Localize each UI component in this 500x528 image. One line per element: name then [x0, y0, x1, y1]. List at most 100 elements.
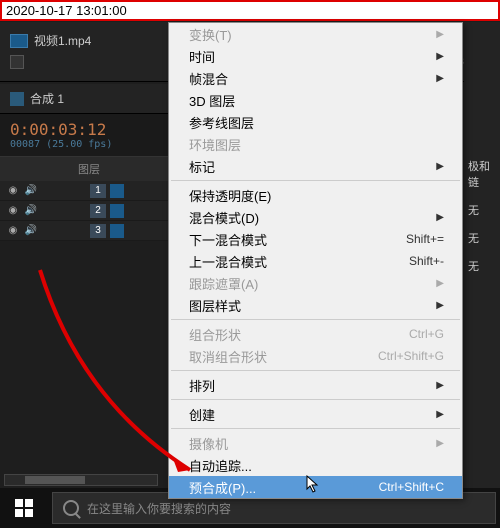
menu-separator — [171, 399, 460, 400]
menu-item[interactable]: 保持透明度(E) — [169, 184, 462, 206]
chevron-right-icon: ▶ — [436, 300, 444, 311]
menu-item-label: 变换(T) — [189, 25, 232, 44]
track-row[interactable]: ◉ 🔊 2 — [0, 201, 168, 221]
chevron-right-icon: ▶ — [436, 380, 444, 391]
menu-item[interactable]: 预合成(P)... Ctrl+Shift+C — [169, 476, 462, 498]
timestamp-text: 2020-10-17 13:01:00 — [6, 3, 127, 18]
timecode-display[interactable]: 0:00:03:12 00087 (25.00 fps) — [0, 114, 168, 150]
timecode-value: 0:00:03:12 — [10, 120, 158, 139]
right-label: 极和链 — [464, 152, 500, 196]
menu-item[interactable]: 自动追踪... — [169, 454, 462, 476]
menu-item-label: 摄像机 — [189, 434, 228, 453]
frame-info: 00087 (25.00 fps) — [10, 139, 158, 150]
menu-item-label: 3D 图层 — [189, 91, 235, 110]
track-index: 3 — [90, 224, 106, 238]
solo-toggle[interactable] — [42, 224, 56, 238]
start-button[interactable] — [0, 488, 48, 528]
menu-item[interactable]: 创建▶ — [169, 403, 462, 425]
tracks-list: ◉ 🔊 1 ◉ 🔊 2 ◉ 🔊 3 — [0, 181, 168, 241]
menu-item[interactable]: 下一混合模式Shift+= — [169, 228, 462, 250]
menu-item-label: 混合模式(D) — [189, 208, 259, 227]
search-icon — [63, 500, 79, 516]
right-cell: 无 — [464, 196, 500, 224]
solo-toggle[interactable] — [42, 204, 56, 218]
menu-item-label: 自动追踪... — [189, 456, 252, 475]
visibility-toggle[interactable]: ◉ — [6, 224, 20, 238]
layer-context-menu: 变换(T)▶时间▶帧混合▶3D 图层参考线图层环境图层标记▶保持透明度(E)混合… — [168, 22, 463, 499]
menu-item: 组合形状 Ctrl+G — [169, 323, 462, 345]
menu-shortcut: Shift+- — [409, 254, 444, 268]
chevron-right-icon: ▶ — [436, 212, 444, 223]
right-cell: 无 — [464, 252, 500, 280]
menu-item[interactable]: 参考线图层 — [169, 111, 462, 133]
visibility-toggle[interactable]: ◉ — [6, 184, 20, 198]
menu-item-label: 环境图层 — [189, 135, 241, 154]
windows-icon — [15, 499, 33, 517]
menu-item[interactable]: 标记 ▶ — [169, 155, 462, 177]
audio-toggle[interactable]: 🔊 — [24, 224, 38, 238]
menu-item-label: 上一混合模式 — [189, 252, 267, 271]
menu-shortcut: Ctrl+Shift+G — [378, 349, 444, 363]
horizontal-scrollbar[interactable] — [4, 474, 158, 486]
scrollbar-thumb[interactable] — [25, 476, 85, 484]
menu-item[interactable]: 混合模式(D) ▶ — [169, 206, 462, 228]
menu-shortcut: Ctrl+Shift+C — [379, 480, 444, 494]
chevron-right-icon: ▶ — [436, 409, 444, 420]
menu-item-label: 取消组合形状 — [189, 347, 267, 366]
chevron-right-icon: ▶ — [436, 438, 444, 449]
track-row[interactable]: ◉ 🔊 1 — [0, 181, 168, 201]
chevron-right-icon: ▶ — [436, 278, 444, 289]
chevron-right-icon: ▶ — [436, 51, 444, 62]
audio-toggle[interactable]: 🔊 — [24, 204, 38, 218]
menu-shortcut: Ctrl+G — [409, 327, 444, 341]
composition-tab[interactable]: 合成 1 — [0, 84, 168, 114]
right-cell: 无 — [464, 224, 500, 252]
track-color — [110, 184, 124, 198]
lock-toggle[interactable] — [60, 204, 74, 218]
menu-item-label: 图层样式 — [189, 296, 241, 315]
track-row[interactable]: ◉ 🔊 3 — [0, 221, 168, 241]
track-color — [110, 204, 124, 218]
menu-item[interactable]: 帧混合▶ — [169, 67, 462, 89]
menu-item-label: 时间 — [189, 47, 215, 66]
composition-icon — [10, 92, 24, 106]
right-panel: 极和链 无 无 无 — [464, 22, 500, 488]
video-file-icon — [10, 34, 28, 48]
menu-item: 取消组合形状 Ctrl+Shift+G — [169, 345, 462, 367]
menu-item-label: 排列 — [189, 376, 215, 395]
menu-item[interactable]: 3D 图层 — [169, 89, 462, 111]
search-placeholder: 在这里输入你要搜索的内容 — [87, 500, 231, 517]
menu-item: 摄像机 ▶ — [169, 432, 462, 454]
chevron-right-icon: ▶ — [436, 161, 444, 172]
menu-item: 跟踪遮罩(A) ▶ — [169, 272, 462, 294]
col-layer: 图层 — [78, 161, 100, 177]
visibility-toggle[interactable]: ◉ — [6, 204, 20, 218]
menu-item[interactable]: 图层样式 ▶ — [169, 294, 462, 316]
menu-item-label: 参考线图层 — [189, 113, 254, 132]
column-headers: 图层 — [0, 156, 168, 181]
project-file-name: 视频1.mp4 — [34, 32, 91, 49]
menu-item: 变换(T) ▶ — [169, 23, 462, 45]
menu-item-label: 保持透明度(E) — [189, 186, 271, 205]
menu-item[interactable]: 上一混合模式 Shift+- — [169, 250, 462, 272]
chevron-right-icon: ▶ — [436, 29, 444, 40]
audio-toggle[interactable]: 🔊 — [24, 184, 38, 198]
menu-item-label: 帧混合 — [189, 69, 228, 88]
menu-item[interactable]: 排列 ▶ — [169, 374, 462, 396]
menu-item-label: 跟踪遮罩(A) — [189, 274, 258, 293]
solo-toggle[interactable] — [42, 184, 56, 198]
track-index: 1 — [90, 184, 106, 198]
menu-item-label: 组合形状 — [189, 325, 241, 344]
composition-panel: 合成 1 0:00:03:12 00087 (25.00 fps) 图层 ◉ 🔊… — [0, 84, 168, 241]
menu-item-label: 标记 — [189, 157, 215, 176]
menu-item[interactable]: 时间 ▶ — [169, 45, 462, 67]
lock-toggle[interactable] — [60, 224, 74, 238]
timestamp-bar: 2020-10-17 13:01:00 — [0, 0, 500, 21]
menu-item-label: 下一混合模式 — [189, 230, 267, 249]
menu-item-label: 预合成(P)... — [189, 478, 256, 497]
lock-toggle[interactable] — [60, 184, 74, 198]
info-icon — [10, 55, 24, 69]
track-color — [110, 224, 124, 238]
menu-item: 环境图层 — [169, 133, 462, 155]
track-index: 2 — [90, 204, 106, 218]
